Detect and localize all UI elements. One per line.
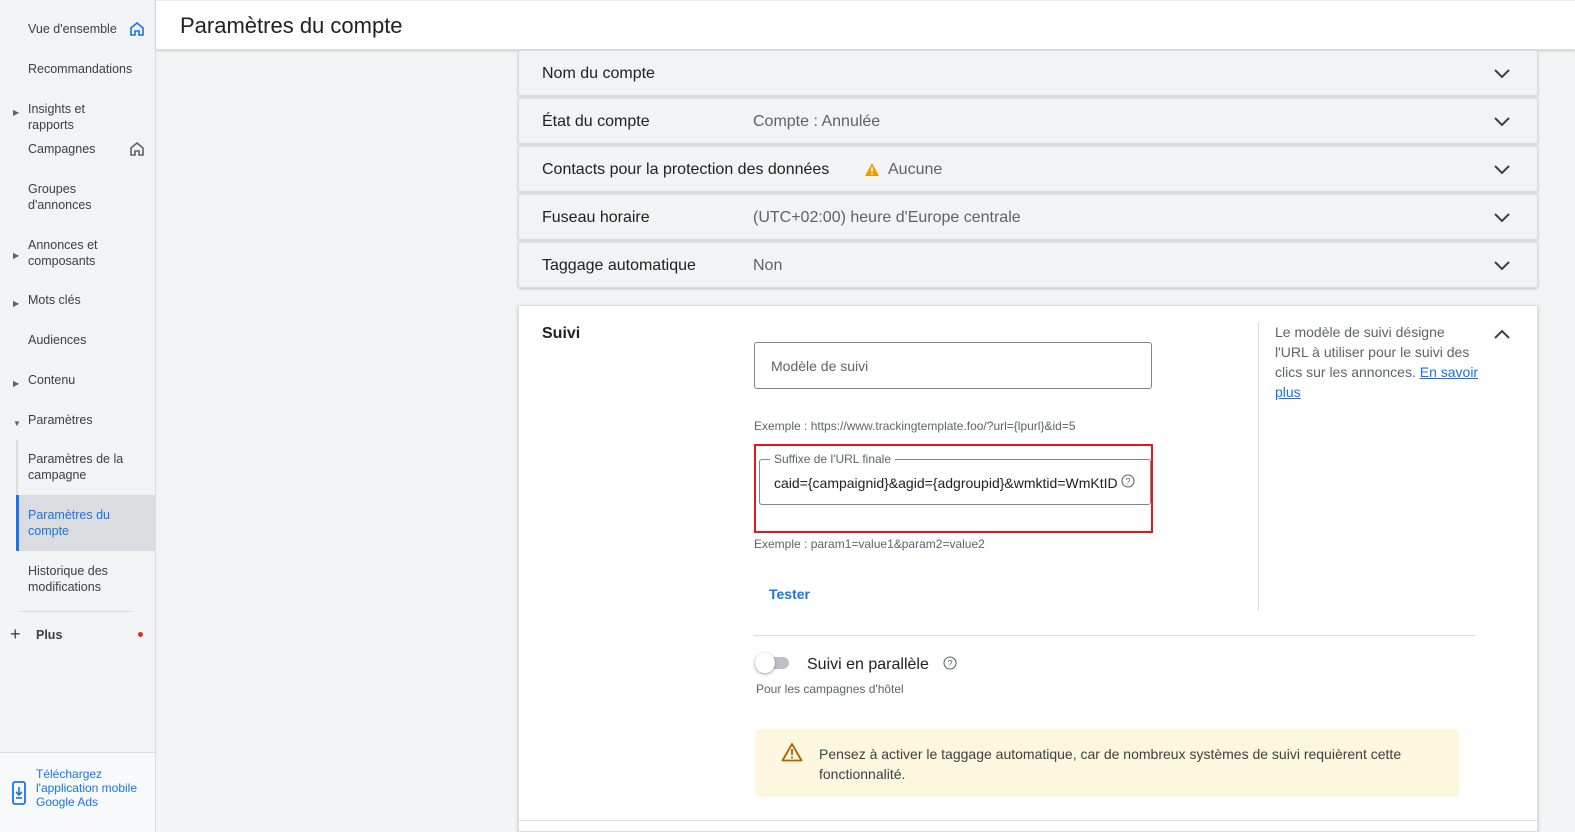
sidebar-item-label: Groupes d'annonces (28, 182, 92, 212)
final-url-suffix-field[interactable]: Suffixe de l'URL finale caid={campaignid… (759, 452, 1151, 505)
row-value: (UTC+02:00) heure d'Europe centrale (753, 209, 1021, 226)
sidebar-item-insights[interactable]: ▶ Insights et rapports (0, 101, 155, 132)
sidebar-item-campaign-settings[interactable]: Paramètres de la campagne (0, 451, 155, 487)
setting-row-data-protection[interactable]: Contacts pour la protection des données … (518, 146, 1538, 192)
app-promo-text: Téléchargez l'application mobile Google … (36, 767, 138, 809)
caret-down-icon: ▼ (13, 419, 21, 428)
caret-right-icon: ▶ (13, 108, 20, 117)
sidebar-item-label: Paramètres (28, 413, 93, 427)
setting-row-time-zone[interactable]: Fuseau horaire (UTC+02:00) heure d'Europ… (518, 194, 1538, 240)
chevron-down-icon (1494, 69, 1510, 79)
warning-icon (865, 163, 879, 176)
divider (519, 820, 1537, 821)
chevron-down-icon (1494, 165, 1510, 175)
input-placeholder: Modèle de suivi (771, 358, 869, 374)
parallel-tracking-toggle[interactable] (755, 653, 791, 673)
page-title: Paramètres du compte (180, 13, 403, 38)
sidebar-item-label: Insights et rapports (28, 102, 85, 132)
sidebar-item-keywords[interactable]: ▶ Mots clés (0, 292, 155, 312)
highlight-box: Suffixe de l'URL finale caid={campaignid… (754, 444, 1153, 533)
notification-dot (138, 632, 143, 637)
caret-right-icon: ▶ (13, 299, 20, 308)
side-help-text: Le modèle de suivi désigne l'URL à utili… (1275, 322, 1480, 402)
sidebar-item-audiences[interactable]: Audiences (0, 332, 155, 352)
phone-download-icon (12, 781, 26, 805)
horizontal-divider (754, 635, 1475, 636)
sidebar-item-settings[interactable]: ▼ Paramètres (0, 412, 155, 432)
sidebar-item-account-settings[interactable]: Paramètres du compte (0, 507, 155, 543)
sidebar-item-label: Annonces et composants (28, 238, 98, 268)
sidebar-item-ads-assets[interactable]: ▶ Annonces et composants (0, 237, 155, 273)
sidebar-item-label: Campagnes (28, 142, 96, 156)
row-title: Contacts pour la protection des données (542, 161, 830, 178)
home-icon (130, 142, 144, 156)
sidebar-item-label: Historique des modifications (28, 564, 108, 594)
row-title: Nom du compte (542, 65, 655, 82)
plus-icon: + (10, 624, 21, 644)
mobile-app-promo[interactable]: Téléchargez l'application mobile Google … (0, 752, 155, 832)
warning-text: Pensez à activer le taggage automatique,… (819, 746, 1402, 782)
more-button[interactable]: + Plus (10, 624, 150, 644)
setting-row-account-status[interactable]: État du compte Compte : Annulée (518, 98, 1538, 144)
template-example: Exemple : https://www.trackingtemplate.f… (754, 419, 1076, 433)
sidebar-item-label: Paramètres du compte (28, 508, 110, 538)
warning-icon (781, 743, 803, 762)
tracking-template-input[interactable]: Modèle de suivi (754, 342, 1152, 389)
chevron-up-icon[interactable] (1493, 327, 1511, 341)
page-header: Paramètres du compte (156, 0, 1575, 50)
test-button[interactable]: Tester (769, 586, 810, 602)
sidebar-item-label: Mots clés (28, 293, 81, 307)
sidebar-nav: Vue d'ensemble Recommandations ▶ Insight… (0, 0, 156, 832)
svg-text:?: ? (1125, 477, 1130, 487)
home-icon (130, 22, 144, 36)
sidebar-item-campaigns[interactable]: Campagnes (0, 141, 155, 161)
row-value: Compte : Annulée (753, 113, 881, 130)
divider (20, 611, 132, 612)
chevron-down-icon (1494, 261, 1510, 271)
sidebar-item-overview[interactable]: Vue d'ensemble (0, 21, 155, 41)
chevron-down-icon (1494, 117, 1510, 127)
sidebar-item-change-history[interactable]: Historique des modifications (0, 563, 155, 599)
row-value: Non (753, 257, 783, 274)
toggle-hint: Pour les campagnes d'hôtel (756, 682, 904, 696)
row-title: Fuseau horaire (542, 209, 650, 226)
chevron-down-icon (1494, 213, 1510, 223)
row-title: État du compte (542, 113, 650, 130)
warning-banner: Pensez à activer le taggage automatique,… (755, 729, 1459, 797)
caret-right-icon: ▶ (13, 379, 20, 388)
svg-text:?: ? (947, 659, 952, 669)
card-title: Suivi (542, 325, 581, 342)
tracking-card: Suivi Modèle de suivi Exemple : https://… (518, 305, 1538, 832)
help-icon[interactable]: ? (1121, 474, 1135, 488)
sidebar-item-label: Paramètres de la campagne (28, 452, 124, 482)
field-label: Suffixe de l'URL finale (770, 452, 896, 466)
row-title: Taggage automatique (542, 257, 696, 274)
toggle-knob (755, 653, 775, 673)
suffix-example: Exemple : param1=value1&param2=value2 (754, 537, 985, 551)
sidebar-item-recommendations[interactable]: Recommandations (0, 61, 155, 81)
setting-row-auto-tagging[interactable]: Taggage automatique Non (518, 242, 1538, 288)
field-value: caid={campaignid}&agid={adgroupid}&wmkti… (774, 475, 1118, 491)
sidebar-item-content[interactable]: ▶ Contenu (0, 372, 155, 392)
vertical-divider (1258, 322, 1259, 610)
sidebar-item-label: Recommandations (28, 62, 133, 76)
caret-right-icon: ▶ (13, 251, 20, 260)
sidebar-item-ad-groups[interactable]: Groupes d'annonces (0, 181, 155, 217)
sidebar-item-label: Contenu (28, 373, 76, 387)
row-value: Aucune (888, 161, 943, 178)
setting-row-account-name[interactable]: Nom du compte (518, 50, 1538, 96)
more-label: Plus (36, 628, 63, 642)
help-icon[interactable]: ? (943, 656, 957, 670)
toggle-label: Suivi en parallèle (807, 656, 929, 673)
sidebar-item-label: Audiences (28, 333, 87, 347)
sidebar-item-label: Vue d'ensemble (28, 22, 117, 36)
